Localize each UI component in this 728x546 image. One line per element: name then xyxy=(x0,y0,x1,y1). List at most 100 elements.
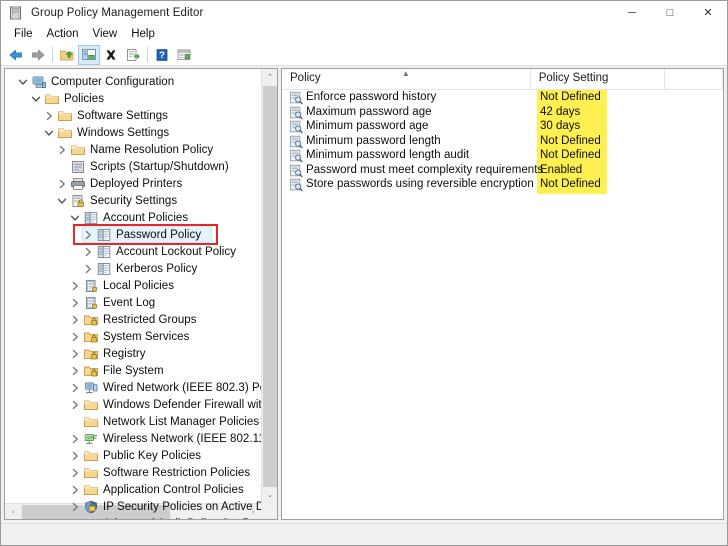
tree-item-wired-network-ieee-802-3-policies[interactable]: Wired Network (IEEE 802.3) Policies xyxy=(5,379,261,396)
tree-item-windows-defender-firewall-with-advanced-s[interactable]: Windows Defender Firewall with Advanced … xyxy=(5,396,261,413)
tree-item-local-policies[interactable]: Local Policies xyxy=(5,277,261,294)
chevron-right-icon[interactable] xyxy=(67,346,83,362)
tree-item-advanced-audit-policy-configuration[interactable]: Advanced Audit Policy Configuration xyxy=(5,515,261,520)
tree-item-account-lockout-policy[interactable]: Account Lockout Policy xyxy=(5,243,261,260)
tree-vertical-scroll-thumb[interactable] xyxy=(263,86,277,506)
chevron-right-icon[interactable] xyxy=(67,295,83,311)
chevron-right-icon[interactable] xyxy=(67,329,83,345)
tree-item-label: Windows Defender Firewall with Advanced … xyxy=(103,398,261,411)
chevron-right-icon[interactable] xyxy=(67,516,83,520)
tree-item-network-list-manager-policies[interactable]: Network List Manager Policies xyxy=(5,413,261,430)
tree-item-label: System Services xyxy=(103,330,190,343)
tree-item-software-restriction-policies[interactable]: Software Restriction Policies xyxy=(5,464,261,481)
back-button[interactable] xyxy=(5,45,27,65)
tree-item-account-policies[interactable]: Account Policies xyxy=(5,209,261,226)
tree-item-kerberos-policy[interactable]: Kerberos Policy xyxy=(5,260,261,277)
tree-item-ip-security-policies-on-active-directory-clo[interactable]: IP Security Policies on Active Directory… xyxy=(5,498,261,515)
policy-row[interactable]: Password must meet complexity requiremen… xyxy=(282,163,723,178)
menu-file[interactable]: File xyxy=(7,26,40,43)
tree-item-restricted-groups[interactable]: Restricted Groups xyxy=(5,311,261,328)
tree-item-computer-configuration[interactable]: Computer Configuration xyxy=(5,73,261,90)
chevron-down-icon[interactable] xyxy=(41,125,57,141)
properties-button[interactable] xyxy=(173,45,195,65)
chevron-right-icon[interactable] xyxy=(67,499,83,515)
chevron-right-icon[interactable] xyxy=(67,465,83,481)
tree-item-label: Account Policies xyxy=(103,211,189,224)
tree-item-policies[interactable]: Policies xyxy=(5,90,261,107)
delete-button[interactable] xyxy=(100,45,122,65)
maximize-button[interactable]: □ xyxy=(651,1,689,25)
up-one-level-button[interactable] xyxy=(56,45,78,65)
chevron-right-icon[interactable] xyxy=(67,363,83,379)
chevron-right-icon[interactable] xyxy=(67,431,83,447)
chevron-down-icon[interactable] xyxy=(67,210,83,226)
chevron-right-icon[interactable] xyxy=(67,278,83,294)
tree-item-label: Registry xyxy=(103,347,146,360)
chevron-right-icon[interactable] xyxy=(67,380,83,396)
tree-item-registry[interactable]: Registry xyxy=(5,345,261,362)
folder-icon xyxy=(70,142,86,158)
tree-item-software-settings[interactable]: Software Settings xyxy=(5,107,261,124)
help-button[interactable]: ? xyxy=(151,45,173,65)
tree-item-file-system[interactable]: File System xyxy=(5,362,261,379)
chevron-right-icon[interactable] xyxy=(67,312,83,328)
tree-item-label: IP Security Policies on Active Directory… xyxy=(103,500,261,513)
chevron-down-icon[interactable] xyxy=(15,74,31,90)
tree-item-label: Public Key Policies xyxy=(103,449,202,462)
chevron-right-icon[interactable] xyxy=(80,227,96,243)
chevron-right-icon[interactable] xyxy=(67,397,83,413)
policy-setting-value: 42 days xyxy=(540,105,581,118)
menu-bar: File Action View Help xyxy=(1,25,727,44)
tree-item-label: Event Log xyxy=(103,296,156,309)
tree-item-password-policy[interactable]: Password Policy xyxy=(5,226,261,243)
chevron-right-icon[interactable] xyxy=(54,176,70,192)
policy-row[interactable]: Minimum password length audit Not Defined xyxy=(282,148,723,163)
tree-item-label: Password Policy xyxy=(116,228,202,241)
minimize-button[interactable]: ─ xyxy=(613,1,651,25)
policy-setting-value: Not Defined xyxy=(540,134,601,147)
column-policy-setting[interactable]: Policy Setting xyxy=(531,69,665,90)
policy-row[interactable]: Maximum password age 42 days xyxy=(282,105,723,120)
tree-item-public-key-policies[interactable]: Public Key Policies xyxy=(5,447,261,464)
policy-setting-value: Not Defined xyxy=(540,178,601,191)
column-policy[interactable]: Policy ▲ xyxy=(282,69,531,90)
tree-scroll-down-button[interactable]: ⌄ xyxy=(262,487,277,503)
tree-item-system-services[interactable]: System Services xyxy=(5,328,261,345)
show-hide-tree-button[interactable] xyxy=(78,44,100,65)
chevron-right-icon[interactable] xyxy=(67,482,83,498)
tree-scroll-up-button[interactable]: ⌃ xyxy=(262,69,277,85)
close-button[interactable]: ✕ xyxy=(689,1,727,25)
local-policy-icon xyxy=(83,295,99,311)
tree-item-application-control-policies[interactable]: Application Control Policies xyxy=(5,481,261,498)
chevron-right-icon[interactable] xyxy=(80,244,96,260)
menu-action[interactable]: Action xyxy=(40,26,86,43)
tree-item-deployed-printers[interactable]: Deployed Printers xyxy=(5,175,261,192)
folder-icon xyxy=(57,108,73,124)
chevron-down-icon[interactable] xyxy=(28,91,44,107)
menu-help[interactable]: Help xyxy=(124,26,162,43)
chevron-right-icon[interactable] xyxy=(67,448,83,464)
chevron-down-icon[interactable] xyxy=(54,193,70,209)
forward-button[interactable] xyxy=(27,45,49,65)
policy-row[interactable]: Enforce password history Not Defined xyxy=(282,90,723,105)
tree-item-event-log[interactable]: Event Log xyxy=(5,294,261,311)
tree-vertical-scrollbar[interactable]: ⌃ ⌄ xyxy=(261,69,277,506)
policy-tree[interactable]: Computer Configuration Policies Software S… xyxy=(5,69,261,519)
tree-item-scripts-startup-shutdown[interactable]: Scripts (Startup/Shutdown) xyxy=(5,158,261,175)
tree-item-windows-settings[interactable]: Windows Settings xyxy=(5,124,261,141)
menu-view[interactable]: View xyxy=(86,26,125,43)
list-policy-icon xyxy=(288,105,303,120)
tree-item-name-resolution-policy[interactable]: Name Resolution Policy xyxy=(5,141,261,158)
security-icon xyxy=(70,193,86,209)
main-body: Computer Configuration Policies Software S… xyxy=(1,66,727,523)
tree-item-security-settings[interactable]: Security Settings xyxy=(5,192,261,209)
chevron-right-icon[interactable] xyxy=(41,108,57,124)
policy-row[interactable]: Minimum password length Not Defined xyxy=(282,134,723,149)
tree-item-wireless-network-ieee-802-11-policies[interactable]: Wireless Network (IEEE 802.11) Policies xyxy=(5,430,261,447)
chevron-right-icon[interactable] xyxy=(54,142,70,158)
policy-row[interactable]: Minimum password age 30 days xyxy=(282,119,723,134)
export-list-button[interactable] xyxy=(122,45,144,65)
chevron-right-icon[interactable] xyxy=(80,261,96,277)
tree-item-label: Software Settings xyxy=(77,109,168,122)
policy-row[interactable]: Store passwords using reversible encrypt… xyxy=(282,177,723,192)
